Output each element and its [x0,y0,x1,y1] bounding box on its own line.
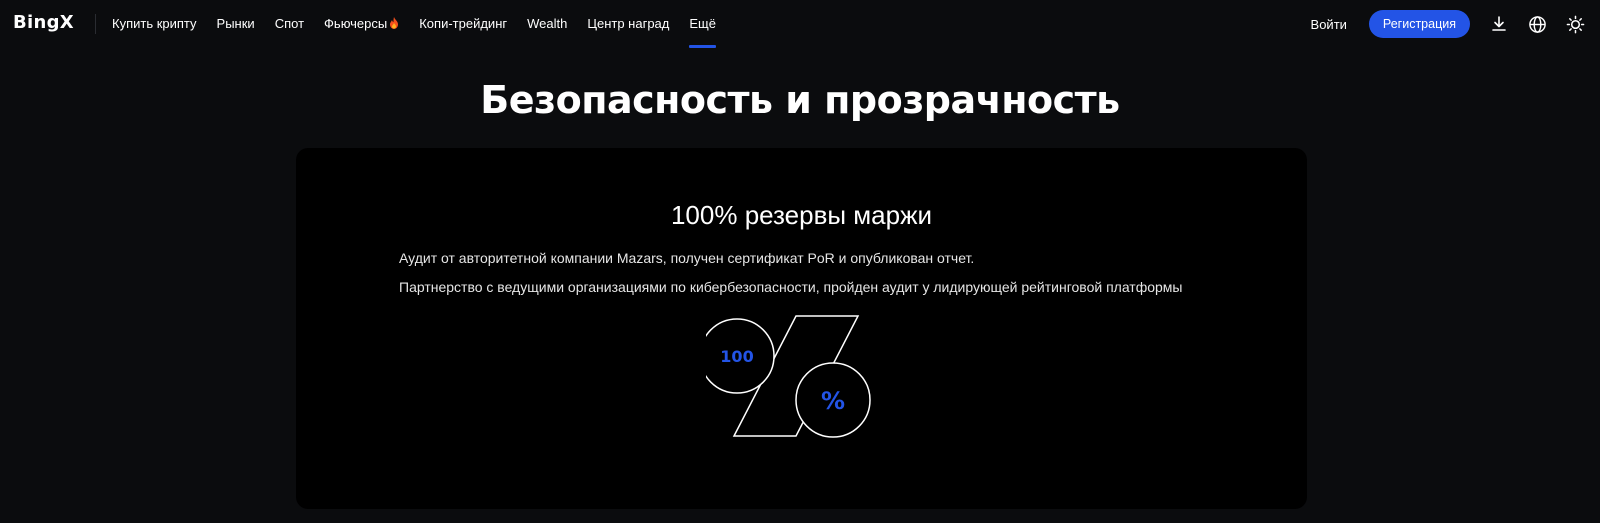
fire-icon [390,17,399,29]
card-text-audit: Аудит от авторитетной компании Mazars, п… [399,250,975,266]
card-title: 100% резервы маржи [670,200,933,230]
nav-item-more[interactable]: Ещё [689,0,716,48]
card-text-partnership: Партнерство с ведущими организациями по … [399,279,1183,295]
sun-icon[interactable] [1564,13,1586,35]
login-link[interactable]: Войти [1311,17,1347,32]
reserves-card: 100% резервы маржи Аудит от авторитетной… [296,148,1307,509]
illustration-number: 100 [720,347,753,366]
nav-item-wealth[interactable]: Wealth [527,0,567,48]
section-title: Безопасность и прозрачность [480,78,1120,122]
logo-divider [95,14,96,34]
download-icon[interactable] [1488,13,1510,35]
nav-item-futures-label: Фьючерсы [324,16,388,31]
header-actions: Войти Регистрация [1311,0,1600,48]
nav-item-futures[interactable]: Фьючерсы [324,0,399,48]
nav-item-spot[interactable]: Спот [275,0,304,48]
globe-icon[interactable] [1526,13,1548,35]
nav-item-markets[interactable]: Рынки [217,0,255,48]
bingx-logo[interactable]: BingX [13,12,74,33]
nav-item-copy-trading[interactable]: Копи-трейдинг [419,0,507,48]
top-navigation-bar: BingX Купить крипту Рынки Спот Фьючерсы … [0,0,1600,48]
illustration-percent: % [821,387,845,415]
percent-illustration: 100 % [706,315,871,438]
nav-item-rewards-center[interactable]: Центр наград [587,0,669,48]
nav-item-buy-crypto[interactable]: Купить крипту [112,0,197,48]
main-nav: Купить крипту Рынки Спот Фьючерсы Копи-т… [112,0,736,48]
register-button[interactable]: Регистрация [1368,10,1470,38]
